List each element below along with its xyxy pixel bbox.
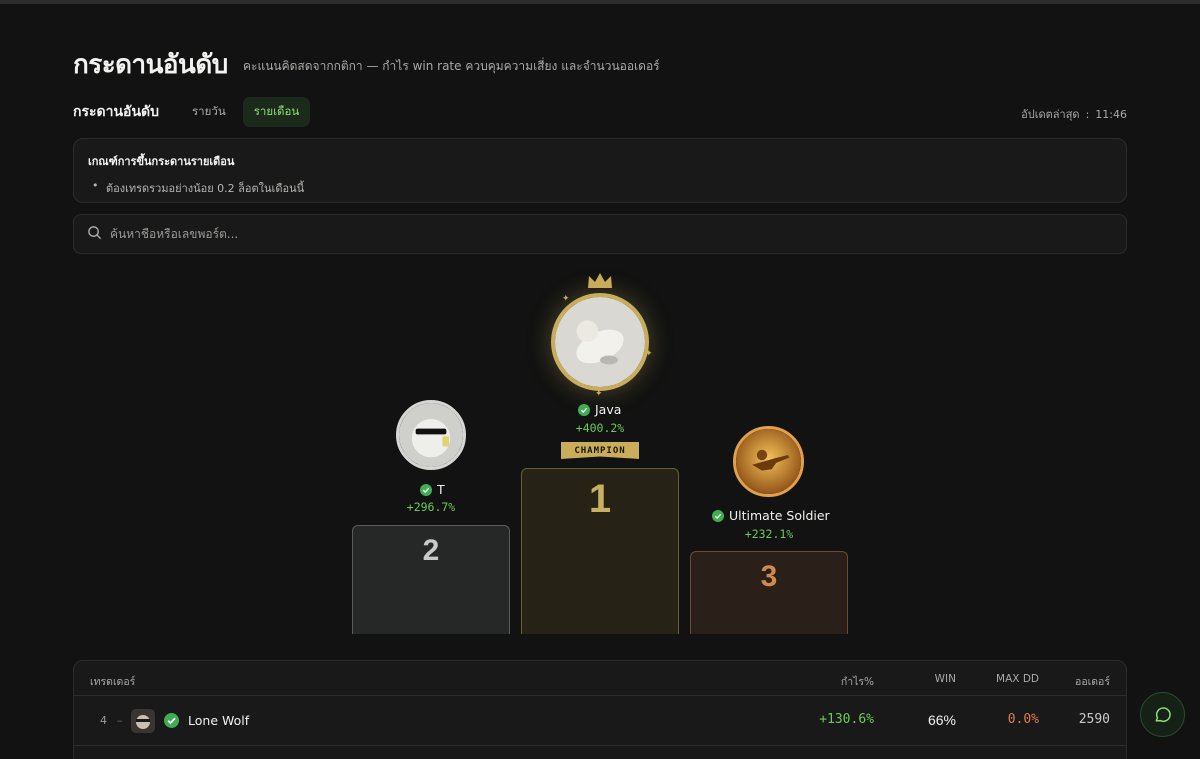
crown-icon xyxy=(588,273,612,288)
leaderboard-table: เทรดเดอร์ กำไร% WIN MAX DD ออเดอร์ 4 – L… xyxy=(73,660,1127,759)
avatar-first-place[interactable] xyxy=(551,293,649,391)
table-row[interactable]: 4 – Lone Wolf +130.6% 66% 0.0% 2590 xyxy=(74,696,1126,746)
podium-profit-first: +400.2% xyxy=(575,421,625,435)
row-trend: – xyxy=(117,714,123,727)
chat-icon xyxy=(1155,706,1171,722)
row-rank: 4 xyxy=(100,714,107,727)
podium-name-third-text: Ultimate Soldier xyxy=(729,508,830,523)
champion-badge: CHAMPION xyxy=(561,442,639,459)
sparkle-icon: ✦ xyxy=(562,294,570,304)
page-title: กระดานอันดับ xyxy=(73,50,228,80)
row-max-dd: 0.0% xyxy=(1007,712,1039,727)
verified-badge-icon xyxy=(164,713,179,728)
criteria-title: เกณฑ์การขึ้นกระดานรายเดือน xyxy=(88,155,235,168)
row-trader-name[interactable]: Lone Wolf xyxy=(188,713,249,728)
tab-monthly[interactable]: รายเดือน xyxy=(242,97,311,127)
avatar xyxy=(131,709,155,733)
criteria-item: ต้องเทรดรวมอย่างน้อย 0.2 ล็อตในเดือนนี้ xyxy=(88,179,1112,197)
podium-name-second[interactable]: T xyxy=(420,482,445,497)
column-profit[interactable]: กำไร% xyxy=(841,673,874,690)
podium-name-first[interactable]: Java xyxy=(578,402,621,417)
last-updated: อัปเดตล่าสุด:11:46 xyxy=(1021,105,1127,123)
verified-badge-icon xyxy=(578,403,590,416)
row-orders: 2590 xyxy=(1078,712,1110,727)
verified-badge-icon xyxy=(712,509,724,522)
tab-daily[interactable]: รายวัน xyxy=(181,97,237,127)
leaderboard-tabs: กระดานอันดับ รายวัน รายเดือน xyxy=(73,97,316,127)
avatar-third-place[interactable] xyxy=(733,426,804,497)
podium-rank-first: 1 xyxy=(588,477,612,521)
table-header: เทรดเดอร์ กำไร% WIN MAX DD ออเดอร์ xyxy=(74,661,1126,696)
page-subtitle: คะแนนคิดสดจากกติกา — กำไร win rate ควบคุ… xyxy=(243,59,660,73)
podium-block-second: 2 xyxy=(352,525,510,634)
column-orders[interactable]: ออเดอร์ xyxy=(1075,673,1110,690)
row-profit: +130.6% xyxy=(819,712,874,727)
criteria-panel: เกณฑ์การขึ้นกระดานรายเดือน ต้องเทรดรวมอย… xyxy=(73,138,1127,203)
podium-profit-second: +296.7% xyxy=(406,500,456,514)
podium-rank-second: 2 xyxy=(422,534,440,567)
podium-block-first: 1 xyxy=(521,468,679,634)
search-icon xyxy=(87,225,102,244)
verified-badge-icon xyxy=(420,483,432,496)
avatar-second-place[interactable] xyxy=(396,400,466,470)
podium-profit-third: +232.1% xyxy=(744,527,794,541)
column-win[interactable]: WIN xyxy=(935,673,956,685)
podium-rank-third: 3 xyxy=(760,560,778,593)
top-divider xyxy=(0,0,1200,4)
search-bar[interactable] xyxy=(73,214,1127,254)
last-updated-time: 11:46 xyxy=(1095,108,1127,121)
column-max-dd[interactable]: MAX DD xyxy=(996,673,1039,685)
search-input[interactable] xyxy=(110,227,1070,241)
last-updated-label: อัปเดตล่าสุด xyxy=(1021,108,1080,121)
last-updated-separator: : xyxy=(1085,108,1090,121)
tabs-label: กระดานอันดับ xyxy=(73,104,159,120)
podium-name-second-text: T xyxy=(437,482,445,497)
podium-block-third: 3 xyxy=(690,551,848,634)
row-win: 66% xyxy=(927,712,956,728)
podium-name-first-text: Java xyxy=(595,402,622,417)
podium-name-third[interactable]: Ultimate Soldier xyxy=(712,508,830,523)
column-trader[interactable]: เทรดเดอร์ xyxy=(90,673,135,690)
chat-button[interactable] xyxy=(1140,692,1185,737)
